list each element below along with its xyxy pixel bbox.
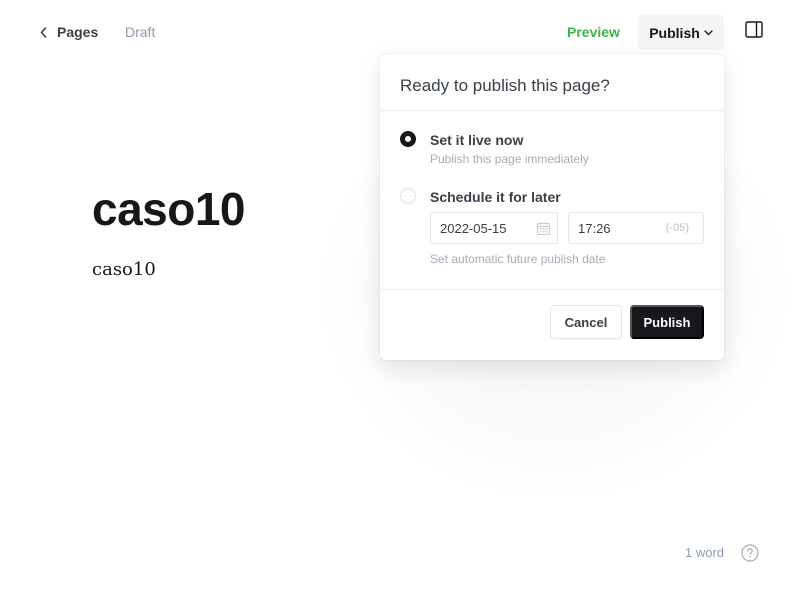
popover-footer-divider bbox=[380, 289, 724, 290]
schedule-date-value: 2022-05-15 bbox=[440, 220, 507, 236]
publish-now-radio[interactable] bbox=[400, 131, 416, 147]
popover-divider bbox=[380, 110, 724, 111]
cancel-button[interactable]: Cancel bbox=[550, 305, 622, 339]
back-label: Pages bbox=[57, 24, 99, 40]
popover-heading: Ready to publish this page? bbox=[400, 76, 610, 95]
back-to-pages-link[interactable]: Pages bbox=[40, 22, 98, 42]
schedule-later-description: Set automatic future publish date bbox=[430, 252, 606, 266]
chevron-left-icon bbox=[40, 22, 49, 42]
schedule-time-value: 17:26 bbox=[578, 220, 611, 236]
publish-trigger-label: Publish bbox=[649, 24, 700, 41]
post-title[interactable]: caso10 bbox=[92, 182, 246, 236]
schedule-later-title[interactable]: Schedule it for later bbox=[430, 189, 561, 205]
sidebar-panel-icon[interactable] bbox=[745, 21, 763, 38]
confirm-publish-button[interactable]: Publish bbox=[630, 305, 704, 339]
preview-button[interactable]: Preview bbox=[567, 24, 620, 40]
timezone-offset: (-05) bbox=[665, 222, 689, 234]
publish-now-title[interactable]: Set it live now bbox=[430, 132, 523, 148]
word-count: 1 word bbox=[685, 545, 725, 560]
schedule-time-input[interactable]: 17:26 (-05) bbox=[568, 212, 704, 244]
publish-menu-trigger[interactable]: Publish bbox=[638, 15, 724, 50]
question-circle-icon[interactable] bbox=[741, 544, 759, 562]
calendar-icon[interactable] bbox=[537, 222, 550, 235]
post-status: Draft bbox=[125, 24, 156, 40]
publish-now-description: Publish this page immediately bbox=[430, 152, 589, 166]
chevron-down-icon bbox=[704, 28, 713, 37]
post-body-text[interactable]: caso10 bbox=[92, 259, 156, 280]
schedule-date-input[interactable]: 2022-05-15 bbox=[430, 212, 558, 244]
schedule-later-radio[interactable] bbox=[400, 188, 416, 204]
publish-popover: Ready to publish this page? Set it live … bbox=[380, 54, 724, 360]
